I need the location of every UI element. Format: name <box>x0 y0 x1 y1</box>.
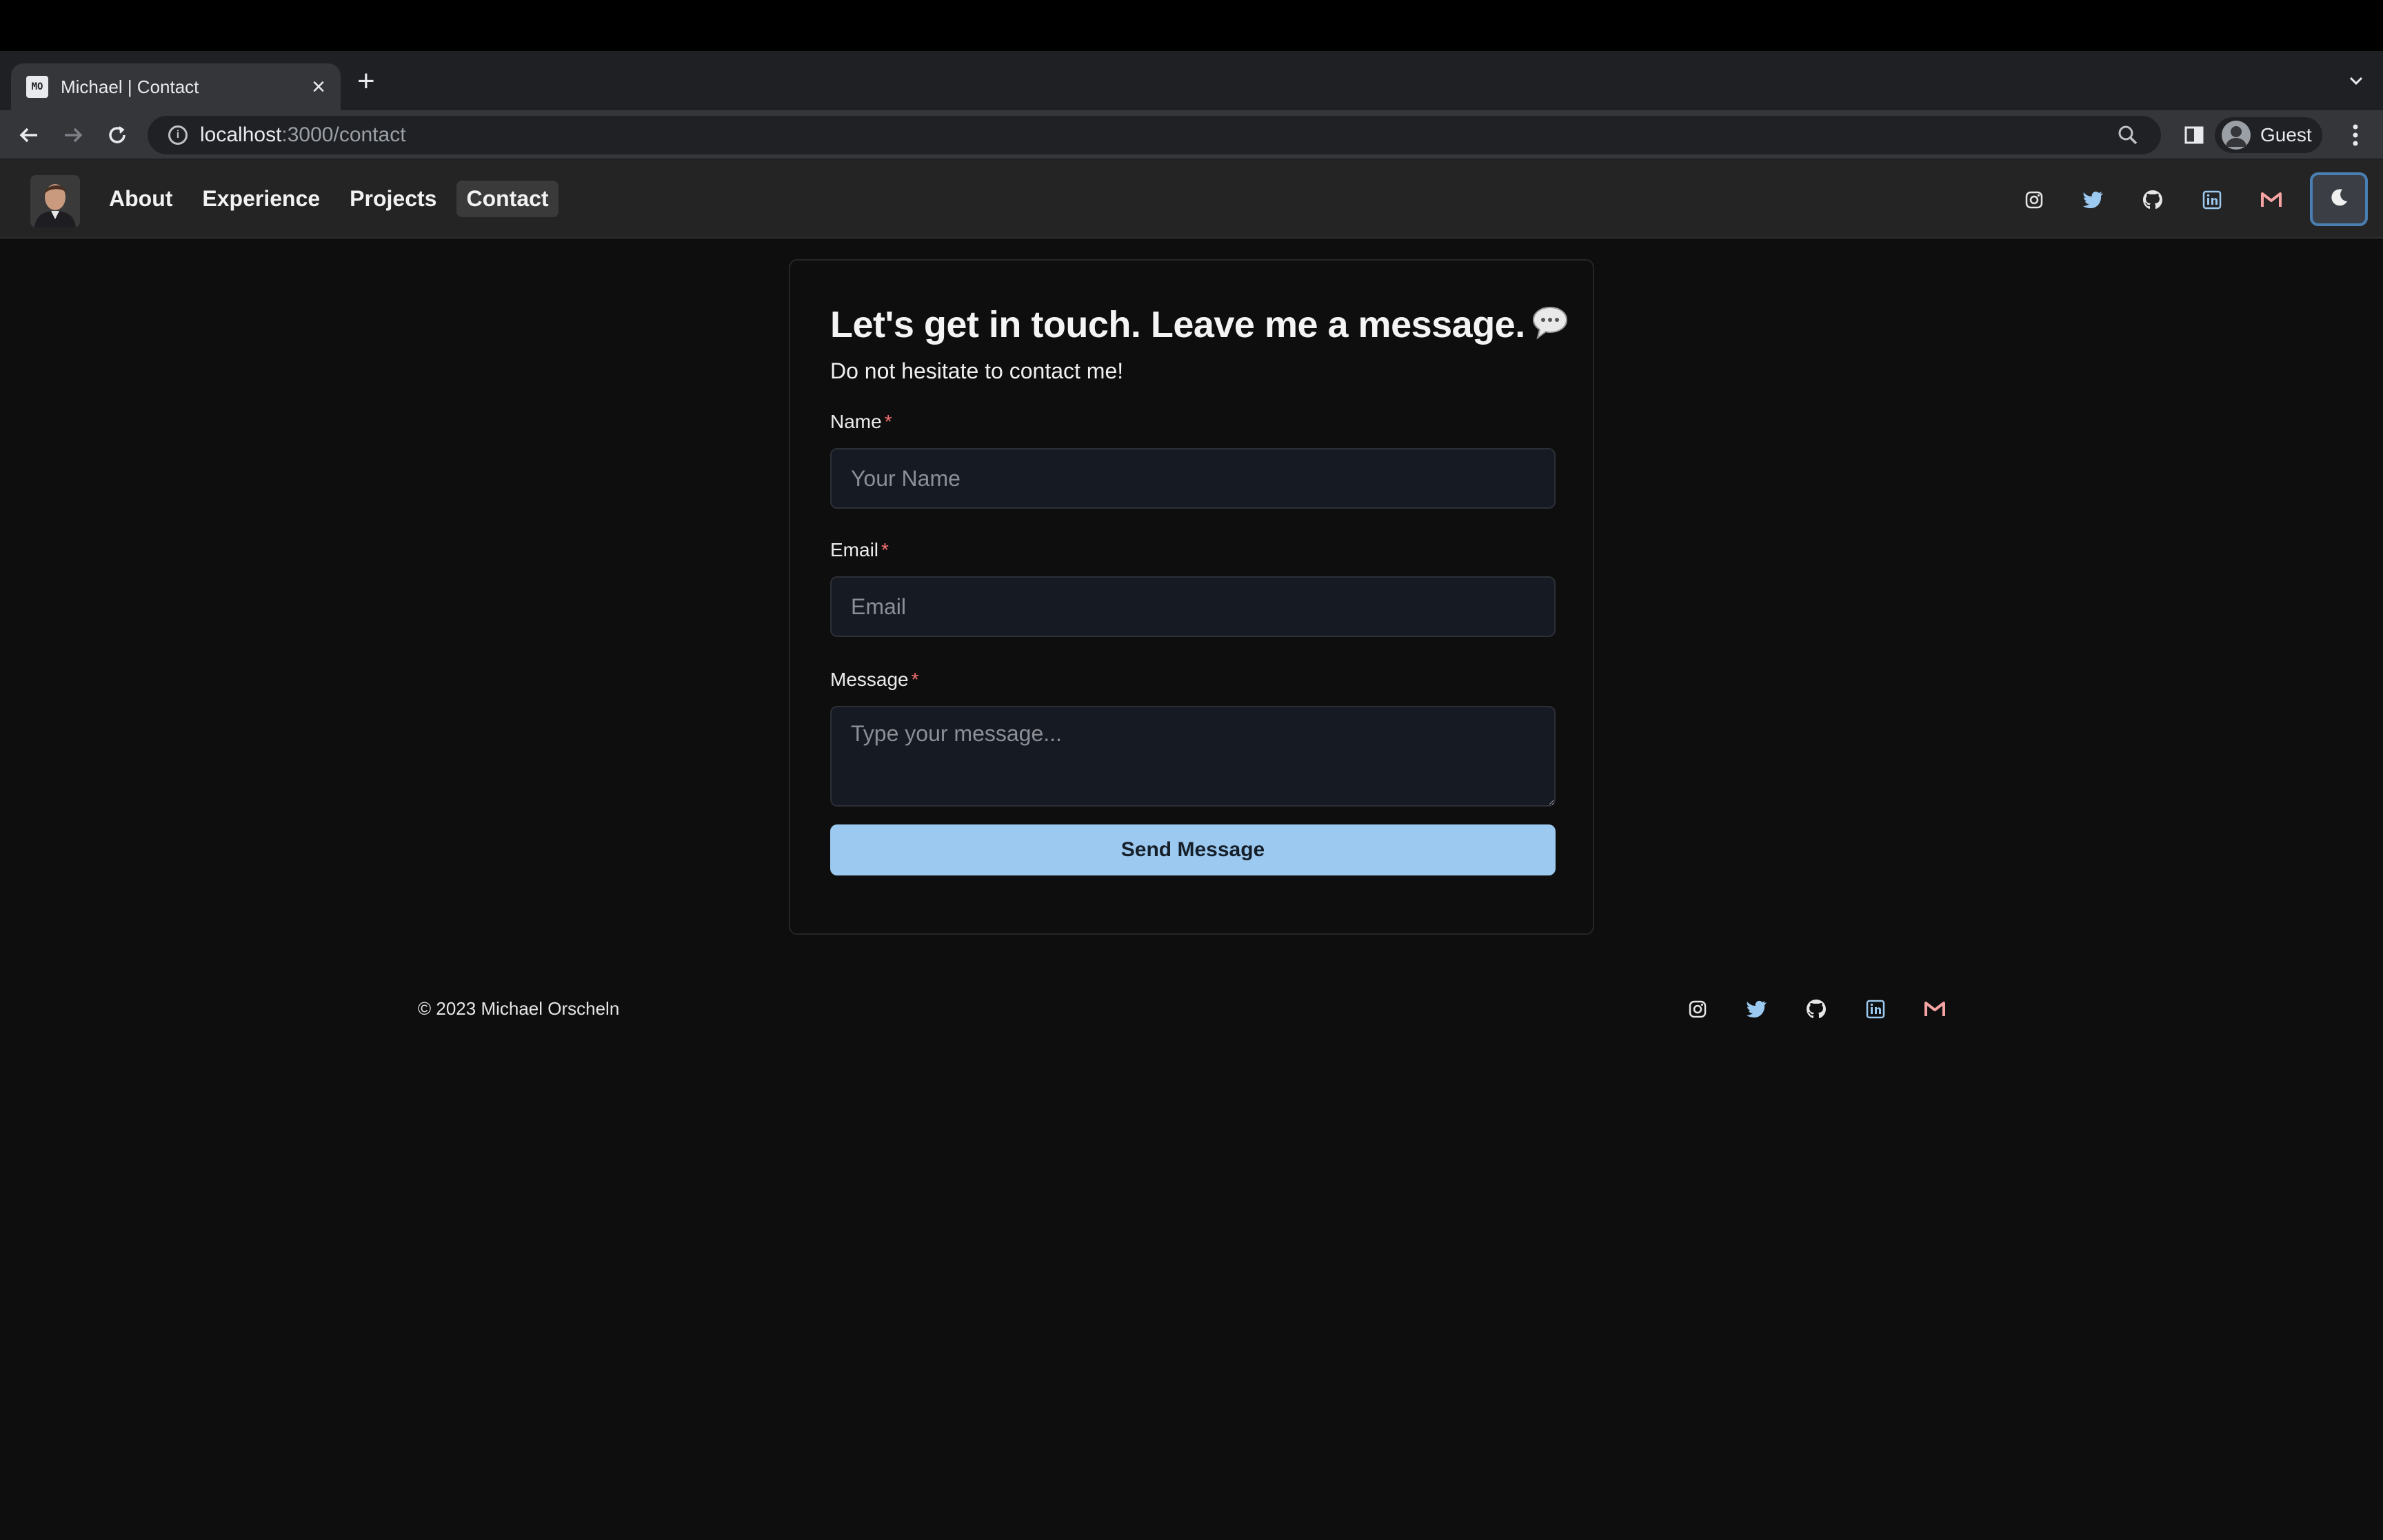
address-bar[interactable]: i localhost:3000/contact <box>148 116 2161 154</box>
header-social-links <box>2020 186 2285 214</box>
forward-arrow-icon[interactable] <box>59 121 87 149</box>
new-tab-icon[interactable]: + <box>357 66 375 97</box>
browser-toolbar: i localhost:3000/contact Guest <box>0 110 2383 160</box>
nav-link-projects[interactable]: Projects <box>340 181 446 217</box>
avatar[interactable] <box>30 175 80 227</box>
gmail-icon[interactable] <box>1921 995 1949 1023</box>
profile-button[interactable]: Guest <box>2215 117 2322 153</box>
instagram-icon[interactable] <box>2020 186 2048 214</box>
site-info-icon[interactable]: i <box>168 125 188 145</box>
reload-icon[interactable] <box>103 121 131 149</box>
main-nav: About Experience Projects Contact <box>99 181 569 217</box>
linkedin-icon[interactable] <box>1862 995 1889 1023</box>
instagram-icon[interactable] <box>1684 995 1711 1023</box>
email-label: Email * <box>830 539 889 560</box>
required-asterisk: * <box>884 411 892 432</box>
browser-tab[interactable]: MO Michael | Contact × <box>11 63 341 110</box>
url-text[interactable]: localhost:3000/contact <box>200 123 2115 147</box>
name-field[interactable] <box>830 448 1556 509</box>
contact-form-card: Let's get in touch. Leave me a message. … <box>789 259 1594 935</box>
send-message-button[interactable]: Send Message <box>830 824 1556 875</box>
tab-title: Michael | Contact <box>61 76 199 97</box>
copyright-text: © 2023 Michael Orscheln <box>418 998 620 1019</box>
profile-avatar-icon <box>2222 121 2251 150</box>
nav-link-about[interactable]: About <box>99 181 182 217</box>
message-field[interactable] <box>830 706 1556 807</box>
footer-social-links <box>1684 995 1949 1023</box>
theme-toggle-button[interactable] <box>2310 172 2368 226</box>
speech-bubble-icon <box>1531 305 1569 349</box>
moon-icon <box>2329 188 2349 212</box>
required-asterisk: * <box>911 669 919 690</box>
back-arrow-icon[interactable] <box>15 121 43 149</box>
tab-search-chevron-icon[interactable] <box>2346 70 2366 91</box>
gmail-icon[interactable] <box>2258 186 2285 214</box>
tab-favicon-icon: MO <box>26 76 48 98</box>
twitter-icon[interactable] <box>1743 995 1771 1023</box>
twitter-icon[interactable] <box>2080 186 2107 214</box>
nav-link-contact[interactable]: Contact <box>456 181 559 217</box>
browser-menu-icon[interactable] <box>2342 121 2369 149</box>
nav-link-experience[interactable]: Experience <box>192 181 330 217</box>
browser-tab-strip: MO Michael | Contact × + <box>0 51 2383 110</box>
page-title: Let's get in touch. Leave me a message. <box>830 303 1569 349</box>
search-icon[interactable] <box>2115 123 2140 148</box>
os-menu-bar <box>0 0 2383 51</box>
github-icon[interactable] <box>2139 186 2166 214</box>
required-asterisk: * <box>881 539 889 560</box>
site-header: About Experience Projects Contact <box>0 160 2383 239</box>
side-panel-icon[interactable] <box>2180 121 2208 149</box>
tab-close-icon[interactable]: × <box>312 75 325 99</box>
message-label: Message * <box>830 669 919 690</box>
github-icon[interactable] <box>1802 995 1830 1023</box>
profile-label: Guest <box>2260 124 2312 145</box>
linkedin-icon[interactable] <box>2198 186 2226 214</box>
name-label: Name * <box>830 411 892 432</box>
page-subtitle: Do not hesitate to contact me! <box>830 358 1124 383</box>
email-field[interactable] <box>830 576 1556 637</box>
